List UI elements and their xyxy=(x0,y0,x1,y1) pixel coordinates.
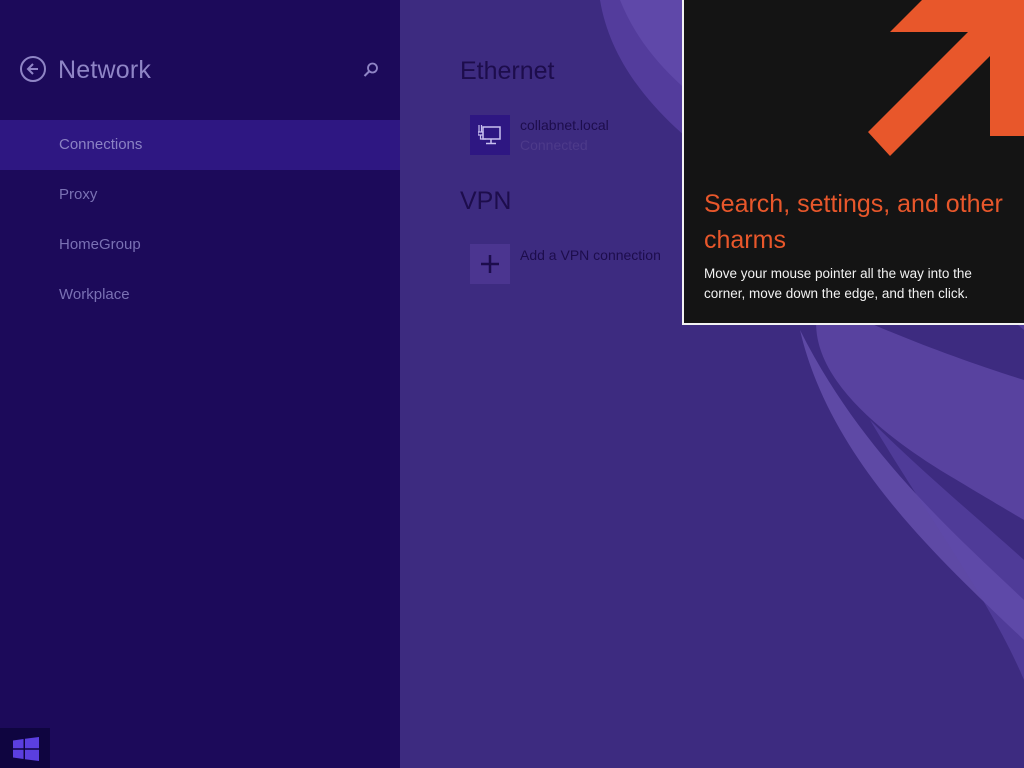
back-arrow-icon xyxy=(26,63,38,75)
connection-name[interactable]: collabnet.local xyxy=(520,117,609,133)
add-vpn-button[interactable] xyxy=(470,244,510,284)
start-button[interactable] xyxy=(0,728,50,768)
nav-item-homegroup[interactable]: HomeGroup xyxy=(0,220,400,270)
vpn-heading: VPN xyxy=(460,187,512,215)
back-button[interactable] xyxy=(20,56,46,82)
tip-body: Move your mouse pointer all the way into… xyxy=(704,266,972,301)
page-title: Network xyxy=(58,56,152,84)
ethernet-heading: Ethernet xyxy=(460,57,555,85)
nav-item-connections[interactable]: Connections xyxy=(0,120,400,170)
settings-pane: Network Connections Proxy HomeGroup Work… xyxy=(0,0,400,768)
windows-logo-icon xyxy=(13,737,39,761)
settings-nav: Connections Proxy HomeGroup Workplace xyxy=(0,120,400,320)
pane-header: Network xyxy=(0,0,400,122)
corner-arrow-icon xyxy=(868,0,1024,156)
plus-icon xyxy=(481,255,499,273)
nav-item-workplace[interactable]: Workplace xyxy=(0,270,400,320)
add-vpn-label[interactable]: Add a VPN connection xyxy=(520,247,661,263)
nav-item-proxy[interactable]: Proxy xyxy=(0,170,400,220)
connection-tile[interactable] xyxy=(470,115,510,155)
tip-title: Search, settings, and other charms xyxy=(704,190,1003,254)
charms-tip-popup: Search, settings, and other charms Move … xyxy=(682,0,1024,325)
ethernet-monitor-icon xyxy=(478,125,501,145)
connection-status: Connected xyxy=(520,137,588,153)
search-icon[interactable] xyxy=(362,61,380,79)
